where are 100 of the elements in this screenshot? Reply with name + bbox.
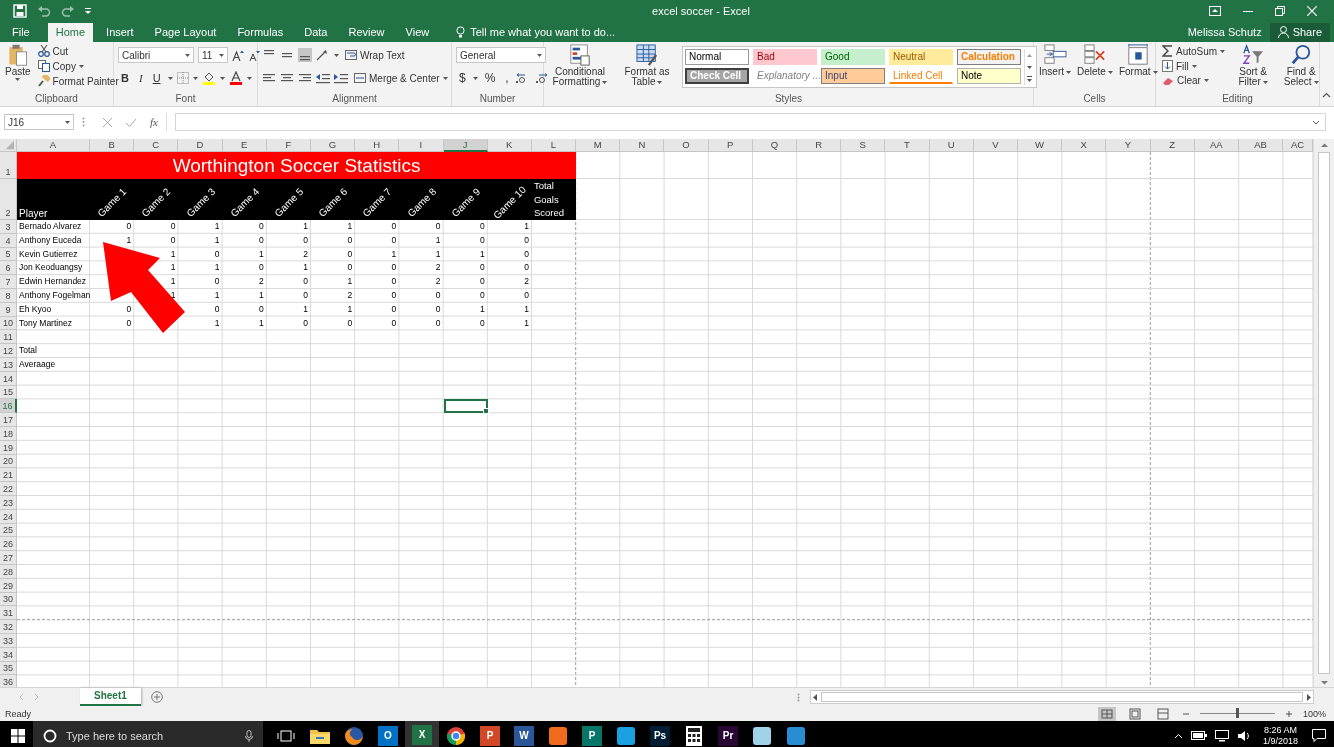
row-header[interactable]: 26 [0,537,17,552]
taskbar-app-button[interactable]: O [371,721,405,747]
taskbar-app-button[interactable]: Ps [643,721,677,747]
comma-button[interactable]: , [502,71,512,85]
ribbon-tab[interactable]: Data [296,23,336,42]
taskbar-app-button[interactable]: P [575,721,609,747]
scroll-thumb[interactable] [1318,152,1330,674]
row-header[interactable]: 36 [0,675,17,687]
shrink-font-icon[interactable] [248,49,260,61]
row-header[interactable]: 16 [0,399,17,414]
tell-me-field[interactable]: Tell me what you want to do... [448,23,624,42]
row-header[interactable]: 17 [0,413,17,427]
column-header[interactable]: C [134,139,179,152]
row-header[interactable]: 32 [0,620,17,634]
column-header[interactable]: N [620,139,665,152]
restore-icon[interactable] [1275,6,1285,16]
battery-icon[interactable] [1190,731,1207,740]
cell-style-swatch[interactable]: Note [957,68,1021,84]
column-header[interactable]: W [1017,139,1063,152]
ribbon-tab[interactable]: Formulas [229,23,292,42]
currency-button[interactable]: $ [456,71,469,85]
more-icon[interactable] [1025,73,1034,85]
scroll-right-icon[interactable] [1305,692,1313,702]
paste-button[interactable]: Paste [4,44,32,81]
formula-field[interactable] [174,113,1326,131]
clock-date[interactable]: 1/9/2018 [1262,735,1298,747]
fill-button[interactable]: Fill [1160,59,1228,73]
column-header[interactable]: O [664,139,709,152]
redo-icon[interactable] [61,5,75,17]
column-header[interactable]: J [443,139,488,152]
conditional-formatting-button[interactable]: Conditional Formatting [548,44,612,87]
column-header[interactable]: P [708,139,753,152]
column-header[interactable]: R [797,139,842,152]
task-view-icon[interactable] [277,728,295,743]
fill-color-icon[interactable] [201,71,216,85]
delete-cells-button[interactable]: Delete [1076,44,1114,77]
show-hidden-icon[interactable] [1173,732,1183,739]
zoom-in-icon[interactable] [1284,709,1293,718]
collapse-ribbon-icon[interactable] [1322,92,1331,98]
cut-button[interactable]: Cut [35,44,121,58]
taskbar-search-field[interactable]: Type here to search [33,721,263,747]
volume-icon[interactable] [1236,729,1251,742]
new-sheet-icon[interactable] [150,691,163,703]
column-header[interactable]: K [487,139,532,152]
bottom-align-icon[interactable] [298,48,312,62]
taskbar-app-button[interactable]: W [507,721,541,747]
column-header[interactable]: Y [1106,139,1151,152]
autosum-button[interactable]: AutoSum [1160,44,1228,58]
column-header[interactable]: M [576,139,621,152]
row-header[interactable]: 21 [0,468,17,483]
row-header[interactable]: 2 [0,179,17,220]
share-button[interactable]: Share [1269,23,1330,42]
ribbon-tab[interactable]: Page Layout [146,23,225,42]
save-icon[interactable] [13,4,27,18]
bold-button[interactable]: B [118,72,132,84]
zoom-level[interactable]: 100% [1302,708,1326,719]
column-header[interactable]: F [266,139,311,152]
ribbon-tab[interactable]: Review [340,23,393,42]
column-header[interactable]: B [90,139,135,152]
vertical-scrollbar[interactable] [1313,139,1334,687]
column-header[interactable]: X [1062,139,1107,152]
notifications-icon[interactable] [1312,729,1326,742]
italic-button[interactable]: I [135,72,146,84]
cell-style-swatch[interactable]: Good [821,49,885,65]
row-header[interactable]: 6 [0,261,17,276]
merge-center-button[interactable]: Merge & Center [352,71,450,85]
column-header[interactable]: G [310,139,356,152]
column-header[interactable]: E [222,139,267,152]
find-select-button[interactable]: Find & Select [1279,44,1324,87]
column-header[interactable]: U [929,139,974,152]
font-color-icon[interactable] [228,71,243,85]
decrease-decimal-icon[interactable] [533,72,548,84]
taskbar-app-button[interactable]: Pr [711,721,745,747]
scroll-left-icon[interactable] [811,692,819,702]
row-header[interactable]: 1 [0,152,17,179]
ribbon-tab[interactable]: View [397,23,438,42]
column-header[interactable]: A [17,139,90,152]
column-header[interactable]: L [531,139,577,152]
insert-function-button[interactable]: fx [150,116,158,128]
row-header[interactable]: 3 [0,220,17,234]
grow-font-icon[interactable] [232,49,244,61]
column-header[interactable]: AC [1283,139,1313,152]
format-cells-button[interactable]: Format [1117,44,1159,77]
network-icon[interactable] [1214,729,1229,742]
cell-style-swatch[interactable]: Bad [753,49,817,65]
active-cell[interactable] [443,399,488,414]
percent-button[interactable]: % [481,71,499,85]
ribbon-display-icon[interactable] [1209,6,1221,16]
column-header[interactable]: I [399,139,444,152]
row-header[interactable]: 7 [0,275,17,289]
insert-cells-button[interactable]: Insert [1038,44,1072,77]
clear-button[interactable]: Clear [1160,74,1228,87]
column-header[interactable]: AA [1194,139,1239,152]
column-header[interactable]: T [885,139,930,152]
wrap-text-button[interactable]: Wrap Text [343,48,407,62]
scroll-up-icon[interactable] [1319,141,1329,150]
name-box[interactable]: J16 [4,114,74,130]
format-painter-button[interactable]: Format Painter [35,74,121,88]
column-header[interactable]: Z [1150,139,1195,152]
column-header[interactable]: AB [1238,139,1284,152]
